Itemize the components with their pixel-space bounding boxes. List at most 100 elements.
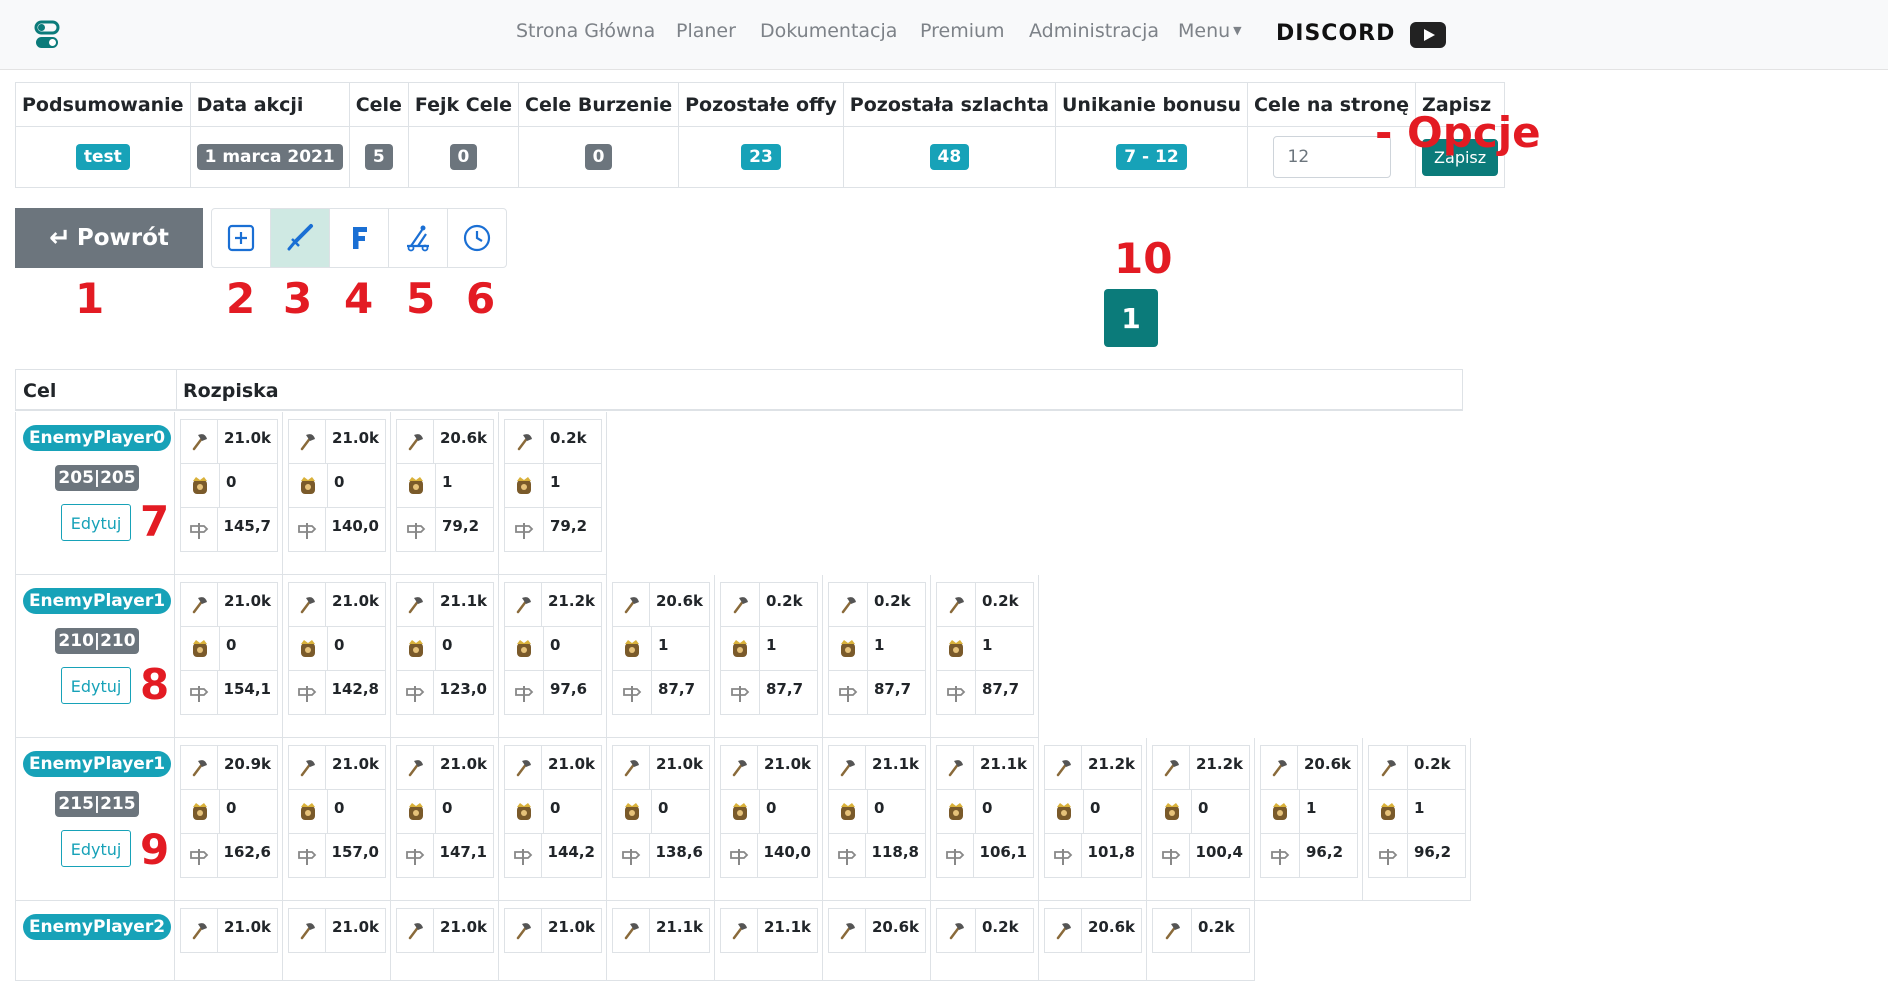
schedule-card[interactable]: 0.2k 1 87,7 — [720, 582, 818, 715]
card-noble-count: 0 — [1090, 799, 1101, 817]
offs-view-button[interactable] — [271, 209, 330, 267]
card-noble-count: 1 — [442, 473, 453, 491]
nav-administration[interactable]: Administracja — [1029, 20, 1159, 42]
schedule-card[interactable]: 0.2k 1 96,2 — [1368, 745, 1466, 878]
card-noble-count: 1 — [1414, 799, 1425, 817]
card-distance: 100,4 — [1195, 843, 1243, 861]
schedule-card-column: 0.2k 1 96,2 — [1363, 738, 1471, 901]
schedule-card[interactable]: 21.0k 0 144,2 — [504, 745, 602, 878]
schedule-card[interactable]: 21.2k 0 100,4 — [1152, 745, 1250, 878]
schedule-card[interactable]: 0.2k 1 87,7 — [828, 582, 926, 715]
target-player-badge[interactable]: EnemyPlayer2 — [23, 914, 171, 940]
schedule-card-column: 21.0k 0 138,6 — [607, 738, 715, 901]
card-row: 100,4 — [1153, 834, 1249, 877]
schedule-card[interactable]: 21.0k — [504, 908, 602, 953]
nav-home[interactable]: Strona Główna — [516, 20, 655, 42]
card-row: 0.2k — [937, 909, 1033, 952]
axe-icon — [505, 909, 542, 952]
youtube-icon[interactable] — [1410, 22, 1446, 48]
schedule-card[interactable]: 21.1k — [720, 908, 818, 953]
demolition-view-button[interactable] — [389, 209, 448, 267]
card-off-size: 21.2k — [1196, 755, 1243, 773]
schedule-card[interactable]: 20.6k 1 96,2 — [1260, 745, 1358, 878]
noble-icon — [397, 464, 436, 507]
schedule-card[interactable]: 21.0k 0 140,0 — [720, 745, 818, 878]
card-off-size: 0.2k — [550, 429, 587, 447]
schedule-card[interactable]: 21.0k 0 142,8 — [288, 582, 386, 715]
catapult-icon — [407, 225, 429, 252]
app-logo-icon[interactable] — [33, 19, 63, 51]
schedule-card[interactable]: 20.6k 1 87,7 — [612, 582, 710, 715]
edit-target-button[interactable]: Edytuj — [61, 504, 131, 541]
target-player-badge[interactable]: EnemyPlayer0 — [23, 425, 171, 451]
schedule-card[interactable]: 0.2k 1 79,2 — [504, 419, 602, 552]
schedule-card[interactable]: 21.0k — [180, 908, 278, 953]
schedule-card[interactable]: 0.2k 1 87,7 — [936, 582, 1034, 715]
card-distance: 154,1 — [223, 680, 271, 698]
remaining-offs-badge: 23 — [741, 144, 781, 170]
edit-target-button[interactable]: Edytuj — [61, 667, 131, 704]
card-distance: 140,0 — [331, 517, 379, 535]
clock-icon — [463, 224, 491, 252]
schedule-card[interactable]: 21.0k 0 145,7 — [180, 419, 278, 552]
schedule-card[interactable]: 21.0k 0 154,1 — [180, 582, 278, 715]
card-row: 21.0k — [613, 746, 709, 790]
card-noble-count: 0 — [226, 799, 237, 817]
schedule-card[interactable]: 21.2k 0 101,8 — [1044, 745, 1142, 878]
nav-menu-dropdown[interactable]: Menu ▼ — [1178, 20, 1242, 42]
schedule-card[interactable]: 21.0k 0 138,6 — [612, 745, 710, 878]
card-off-size: 20.6k — [440, 429, 487, 447]
schedule-card[interactable]: 21.1k 0 106,1 — [936, 745, 1034, 878]
card-row: 0 — [397, 790, 493, 834]
card-row: 0 — [289, 464, 385, 508]
nav-planner[interactable]: Planer — [676, 20, 736, 42]
back-button[interactable]: ↵ Powrót — [15, 208, 203, 268]
card-row: 96,2 — [1369, 834, 1465, 877]
card-row: 140,0 — [721, 834, 817, 877]
fakes-view-button[interactable] — [330, 209, 389, 267]
pagination-page-1[interactable]: 1 — [1104, 289, 1158, 347]
schedule-card[interactable]: 20.6k — [1044, 908, 1142, 953]
nav-premium[interactable]: Premium — [920, 20, 1005, 42]
schedule-card[interactable]: 21.1k 0 123,0 — [396, 582, 494, 715]
schedule-card[interactable]: 20.6k — [828, 908, 926, 953]
axe-icon — [181, 420, 218, 463]
card-row: 20.6k — [397, 420, 493, 464]
time-view-button[interactable] — [448, 209, 506, 267]
schedule-card[interactable]: 21.0k — [288, 908, 386, 953]
schedule-card[interactable]: 21.1k 0 118,8 — [828, 745, 926, 878]
signpost-icon — [505, 508, 544, 551]
schedule-card[interactable]: 21.0k 0 140,0 — [288, 419, 386, 552]
card-noble-count: 0 — [550, 799, 561, 817]
schedule-card[interactable]: 0.2k — [936, 908, 1034, 953]
target-cell: EnemyPlayer1 210|210 Edytuj — [15, 575, 175, 738]
header-summary: Podsumowanie — [15, 82, 191, 127]
card-distance: 140,0 — [763, 843, 811, 861]
discord-link[interactable]: DISCORD — [1276, 21, 1395, 46]
target-player-badge[interactable]: EnemyPlayer1 — [23, 751, 171, 777]
schedule-card[interactable]: 0.2k — [1152, 908, 1250, 953]
header-rozpiska: Rozpiska — [183, 380, 279, 402]
schedule-card[interactable]: 21.2k 0 97,6 — [504, 582, 602, 715]
card-row: 106,1 — [937, 834, 1033, 877]
signpost-icon — [505, 671, 544, 714]
schedule-card[interactable]: 21.0k 0 147,1 — [396, 745, 494, 878]
target-cell: EnemyPlayer0 205|205 Edytuj — [15, 412, 175, 575]
schedule-card[interactable]: 21.0k 0 157,0 — [288, 745, 386, 878]
schedule-card[interactable]: 21.1k — [612, 908, 710, 953]
target-player-badge[interactable]: EnemyPlayer1 — [23, 588, 171, 614]
plus-square-icon — [227, 224, 255, 252]
axe-icon — [829, 583, 868, 626]
edit-target-button[interactable]: Edytuj — [61, 830, 131, 867]
targets-per-page-input[interactable] — [1272, 136, 1391, 178]
schedule-card-column: 20.6k 1 79,2 — [391, 412, 499, 575]
annotation-6: 6 — [466, 274, 496, 323]
nav-documentation[interactable]: Dokumentacja — [760, 20, 897, 42]
schedule-card[interactable]: 20.9k 0 162,6 — [180, 745, 278, 878]
schedule-card[interactable]: 20.6k 1 79,2 — [396, 419, 494, 552]
schedule-card[interactable]: 21.0k — [396, 908, 494, 953]
axe-icon — [289, 746, 326, 789]
card-off-size: 20.6k — [1304, 755, 1351, 773]
card-row: 21.0k — [181, 420, 277, 464]
add-view-button[interactable] — [212, 209, 271, 267]
